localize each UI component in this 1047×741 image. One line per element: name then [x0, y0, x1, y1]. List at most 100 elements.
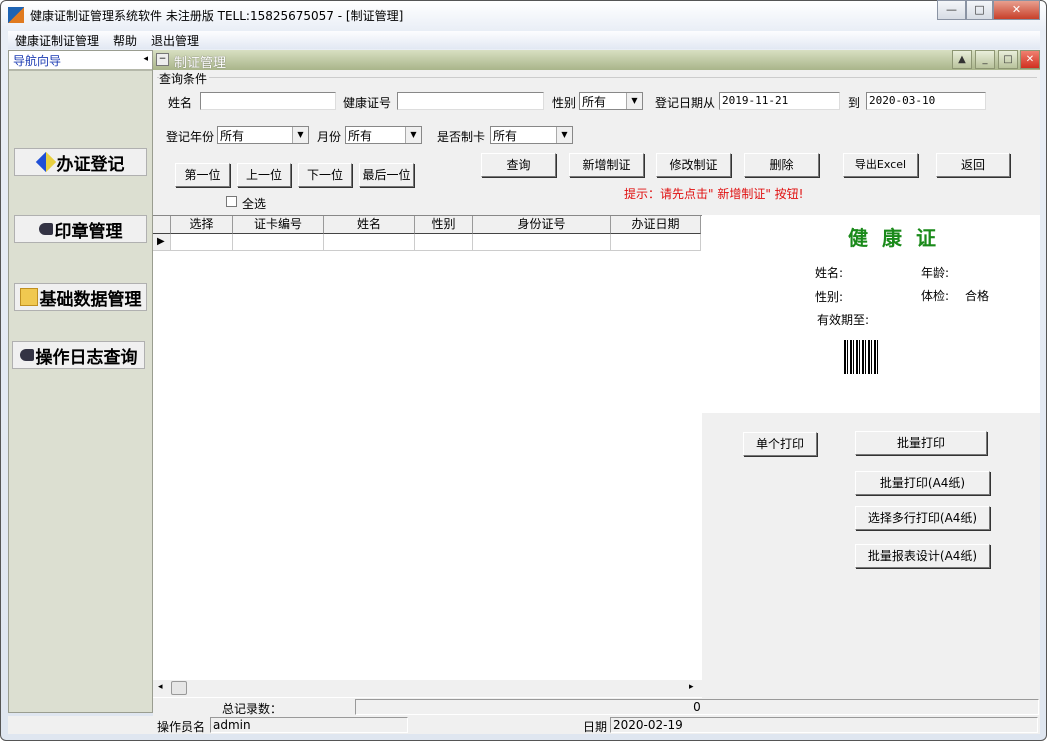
column-header-select[interactable]: 选择 [171, 216, 233, 234]
batch-print-a4-button[interactable]: 批量打印(A4纸) [855, 471, 990, 495]
minimize-button[interactable]: — [937, 0, 966, 20]
card-made-select[interactable]: 所有 ▼ [490, 126, 573, 144]
row-header-corner [153, 216, 171, 234]
column-header-card-no[interactable]: 证卡编号 [233, 216, 324, 234]
multi-row-print-a4-button[interactable]: 选择多行打印(A4纸) [855, 506, 990, 530]
select-all-label: 全选 [242, 197, 267, 211]
records-grid[interactable]: 选择 证卡编号 姓名 性别 身份证号 办证日期 ▶ ◂ ▸ [153, 215, 702, 698]
column-header-name[interactable]: 姓名 [324, 216, 415, 234]
date-label: 日期 [583, 720, 608, 734]
next-record-button[interactable]: 下一位 [298, 163, 352, 187]
chevron-down-icon: ▼ [626, 93, 642, 109]
nav-item-register[interactable]: 办证登记 [14, 148, 147, 176]
inner-window-titlebar: − 制证管理 ▲ _ □ ✕ [153, 50, 1040, 71]
select-all-checkbox[interactable] [226, 196, 237, 207]
inner-maximize-button[interactable]: □ [998, 50, 1018, 69]
date-value: 2020-02-19 [610, 717, 1038, 733]
cert-no-input[interactable] [397, 92, 544, 110]
card-valid-label: 有效期至: [817, 313, 870, 327]
first-record-button[interactable]: 第一位 [175, 163, 230, 187]
log-icon [19, 349, 34, 361]
barcode [844, 340, 879, 374]
card-gender-label: 性别: [815, 290, 844, 304]
cert-no-label: 健康证号 [343, 96, 392, 110]
horizontal-scrollbar[interactable]: ◂ ▸ [153, 680, 702, 697]
column-header-id-no[interactable]: 身份证号 [473, 216, 611, 234]
collapse-icon[interactable]: − [156, 53, 169, 66]
nav-title: 导航向导 [13, 54, 62, 68]
nav-collapse-icon[interactable]: ◂ [143, 54, 148, 64]
gender-label: 性别 [552, 96, 577, 110]
app-icon [8, 7, 24, 23]
card-exam-label: 体检: [921, 289, 950, 303]
year-value: 所有 [220, 129, 245, 143]
inner-minimize-button[interactable]: _ [975, 50, 995, 69]
scroll-left-icon[interactable]: ◂ [158, 682, 163, 692]
month-select[interactable]: 所有 ▼ [345, 126, 422, 144]
column-header-gender[interactable]: 性别 [415, 216, 473, 234]
last-record-button[interactable]: 最后一位 [359, 163, 414, 187]
edit-cert-button[interactable]: 修改制证 [656, 153, 731, 177]
export-excel-button[interactable]: 导出Excel [843, 153, 918, 177]
register-icon [35, 151, 56, 173]
close-button[interactable]: ✕ [993, 0, 1040, 20]
scroll-right-icon[interactable]: ▸ [689, 682, 694, 692]
card-made-value: 所有 [493, 129, 518, 143]
gender-value: 所有 [582, 95, 607, 109]
inner-restore-button[interactable]: ▲ [952, 50, 972, 69]
single-print-button[interactable]: 单个打印 [743, 432, 817, 456]
grid-cell[interactable] [233, 234, 324, 251]
menu-help[interactable]: 帮助 [113, 32, 137, 49]
grid-cell[interactable] [611, 234, 701, 251]
menu-cert-management[interactable]: 健康证制证管理 [15, 32, 99, 49]
card-name-label: 姓名: [815, 266, 844, 280]
nav-item-log[interactable]: 操作日志查询 [12, 341, 145, 369]
gender-select[interactable]: 所有 ▼ [579, 92, 643, 110]
grid-cell[interactable] [324, 234, 415, 251]
name-label: 姓名 [168, 96, 193, 110]
date-from-label: 登记日期从 [655, 96, 716, 110]
total-records-value: 0 [355, 699, 1039, 715]
month-label: 月份 [317, 130, 342, 144]
records-status-bar: 总记录数： 0 [153, 698, 1040, 716]
nav-panel: 导航向导 ◂ 办证登记 印章管理 基础数据管理 操作日志查询 [8, 50, 153, 713]
grid-cell[interactable] [171, 234, 233, 251]
date-from-input[interactable]: 2019-11-21 [719, 92, 840, 110]
query-panel: 查询条件 姓名 健康证号 性别 所有 ▼ 登记日期从 2019-11-21 到 2… [153, 70, 1040, 215]
card-made-label: 是否制卡 [437, 130, 486, 144]
nav-item-seal[interactable]: 印章管理 [14, 215, 147, 243]
inner-window-title: 制证管理 [174, 56, 227, 71]
row-indicator-icon: ▶ [153, 234, 171, 251]
nav-item-basic-data[interactable]: 基础数据管理 [14, 283, 147, 311]
menu-exit[interactable]: 退出管理 [151, 32, 199, 49]
total-records-label: 总记录数： [222, 702, 283, 716]
chevron-down-icon: ▼ [292, 127, 308, 143]
health-card-preview: 健康证 姓名: 年龄: 性别: 体检: 合格 有效期至: [702, 215, 1040, 413]
batch-report-design-button[interactable]: 批量报表设计(A4纸) [855, 544, 990, 568]
hint-text: 提示：请先点击" 新增制证" 按钮! [624, 187, 804, 201]
back-button[interactable]: 返回 [936, 153, 1010, 177]
column-header-issue-date[interactable]: 办证日期 [611, 216, 701, 234]
operator-label: 操作员名 [157, 720, 206, 734]
folder-check-icon [19, 288, 38, 306]
scroll-thumb[interactable] [171, 681, 187, 695]
nav-item-label: 操作日志查询 [35, 347, 138, 368]
batch-print-button[interactable]: 批量打印 [855, 431, 987, 455]
name-input[interactable] [200, 92, 336, 110]
delete-button[interactable]: 删除 [744, 153, 819, 177]
operator-value: admin [210, 717, 408, 733]
date-to-input[interactable]: 2020-03-10 [866, 92, 986, 110]
inner-close-button[interactable]: ✕ [1020, 50, 1040, 69]
date-to-label: 到 [848, 96, 861, 110]
nav-header: 导航向导 ◂ [9, 51, 152, 71]
year-select[interactable]: 所有 ▼ [217, 126, 309, 144]
menu-bar: 健康证制证管理 帮助 退出管理 [8, 31, 1040, 49]
add-cert-button[interactable]: 新增制证 [569, 153, 644, 177]
grid-cell[interactable] [473, 234, 611, 251]
card-exam-value: 合格 [965, 289, 990, 303]
query-button[interactable]: 查询 [481, 153, 556, 177]
prev-record-button[interactable]: 上一位 [237, 163, 291, 187]
maximize-button[interactable]: □ [966, 0, 993, 20]
grid-cell[interactable] [415, 234, 473, 251]
nav-item-label: 办证登记 [56, 154, 125, 175]
